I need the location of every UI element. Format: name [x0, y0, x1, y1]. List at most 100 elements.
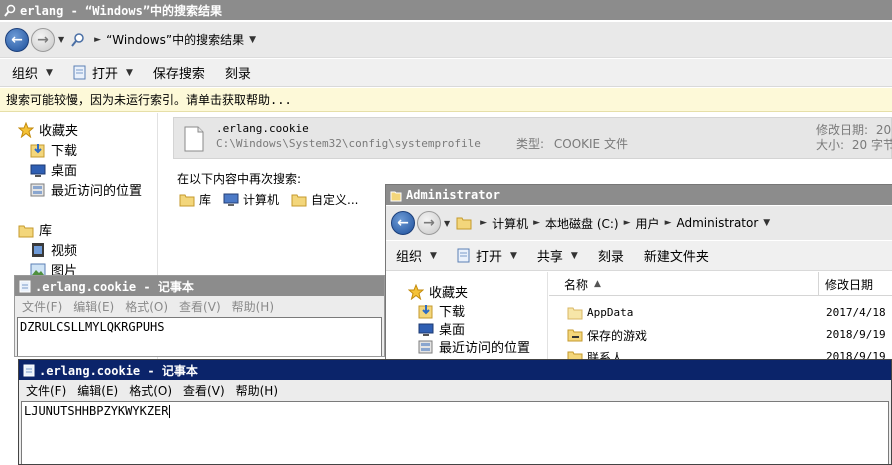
- forward-button[interactable]: →: [31, 27, 55, 52]
- recent-icon: [418, 340, 433, 353]
- sidebar-item-videos[interactable]: 视频: [30, 240, 77, 259]
- sidebar-item-desktop[interactable]: 桌面: [30, 160, 77, 179]
- notepad-icon: [457, 248, 470, 263]
- download-icon: [30, 143, 45, 157]
- notepad-icon: [19, 280, 31, 292]
- result-size: 大小: 20 字节: [816, 138, 892, 152]
- chevron-right-icon: ►: [94, 34, 102, 45]
- sidebar-item-favorites[interactable]: 收藏夹: [408, 282, 468, 301]
- sidebar-item-libraries[interactable]: 库: [18, 220, 52, 239]
- notepad-front-title: .erlang.cookie - 记事本: [39, 363, 198, 378]
- file-row[interactable]: 保存的游戏 2018/9/19 1: [549, 325, 892, 345]
- share-button[interactable]: 共享 ▼: [527, 241, 588, 270]
- sidebar-item-recent[interactable]: 最近访问的位置: [418, 337, 530, 356]
- admin-window-title: Administrator: [406, 188, 500, 202]
- menu-view[interactable]: 查看(V): [179, 298, 221, 315]
- save-search-button[interactable]: 保存搜索: [143, 59, 215, 86]
- menu-view[interactable]: 查看(V): [183, 382, 225, 399]
- breadcrumb-search-results[interactable]: “Windows”中的搜索结果: [106, 31, 244, 48]
- folder-icon: [567, 307, 583, 320]
- search-again-computer[interactable]: 计算机: [223, 191, 279, 208]
- sidebar-item-recent[interactable]: 最近访问的位置: [30, 180, 142, 199]
- sort-ascending-icon: ▲: [594, 279, 601, 289]
- sidebar-item-favorites[interactable]: 收藏夹: [18, 120, 78, 139]
- chevron-down-icon: ▼: [509, 250, 517, 261]
- star-icon: [18, 121, 34, 138]
- breadcrumb-administrator[interactable]: Administrator: [676, 216, 758, 230]
- search-again-libraries[interactable]: 库: [179, 191, 211, 208]
- notepad-back-window: .erlang.cookie - 记事本 文件(F) 编辑(E) 格式(O) 查…: [14, 275, 385, 357]
- chevron-down-icon: ▼: [46, 67, 53, 78]
- notepad-front-text-area[interactable]: LJUNUTSHHBPZYKWYKZER: [21, 401, 889, 464]
- notepad-back-titlebar[interactable]: .erlang.cookie - 记事本: [15, 276, 384, 296]
- chevron-down-icon[interactable]: ▼: [763, 218, 770, 228]
- library-icon: [18, 225, 34, 237]
- file-icon: [184, 126, 204, 152]
- open-button[interactable]: 打开 ▼: [63, 59, 143, 86]
- folder-icon: [390, 191, 402, 201]
- column-header-modified[interactable]: 修改日期: [825, 272, 873, 296]
- search-again-label: 在以下内容中再次搜索:: [177, 172, 302, 186]
- organize-button[interactable]: 组织 ▼: [2, 59, 63, 86]
- menu-format[interactable]: 格式(O): [125, 298, 168, 315]
- notepad-icon: [73, 65, 86, 80]
- admin-breadcrumb[interactable]: ► 计算机 ► 本地磁盘 (C:) ► 用户 ► Administrator ▼: [475, 215, 775, 232]
- sidebar-item-downloads[interactable]: 下载: [418, 301, 465, 320]
- notepad-icon: [23, 364, 35, 376]
- back-button[interactable]: ←: [391, 211, 415, 235]
- open-button[interactable]: 打开 ▼: [447, 241, 527, 270]
- new-folder-button[interactable]: 新建文件夹: [634, 241, 719, 270]
- info-bar-text: 搜索可能较慢，因为未运行索引。请单击获取帮助...: [6, 93, 292, 107]
- back-button[interactable]: ←: [5, 27, 29, 52]
- index-info-bar[interactable]: 搜索可能较慢，因为未运行索引。请单击获取帮助...: [0, 88, 892, 112]
- burn-button[interactable]: 刻录: [215, 59, 261, 86]
- menu-help[interactable]: 帮助(H): [232, 298, 274, 315]
- admin-window-titlebar[interactable]: Administrator: [386, 185, 892, 205]
- menu-format[interactable]: 格式(O): [129, 382, 172, 399]
- admin-window-toolbar: 组织 ▼ 打开 ▼ 共享 ▼ 刻录 新建文件夹: [386, 241, 892, 271]
- search-window-title: erlang - “Windows”中的搜索结果: [20, 3, 223, 18]
- column-header-name[interactable]: 名称 ▲: [549, 272, 819, 296]
- desktop-icon: [418, 323, 434, 336]
- library-icon: [179, 194, 195, 206]
- download-icon: [418, 304, 433, 318]
- search-again-custom[interactable]: 自定义...: [291, 191, 358, 208]
- search-window-navbar: ← → ▼ ► “Windows”中的搜索结果 ▼: [0, 22, 892, 58]
- result-file-type: 类型: COOKIE 文件: [516, 137, 628, 151]
- notepad-back-text-area[interactable]: DZRULCSLLMYLQKRGPUHS: [17, 317, 382, 356]
- desktop-icon: [30, 164, 46, 177]
- menu-edit[interactable]: 编辑(E): [73, 298, 114, 315]
- sidebar-item-desktop[interactable]: 桌面: [418, 319, 465, 338]
- menu-file[interactable]: 文件(F): [22, 298, 62, 315]
- organize-button[interactable]: 组织 ▼: [386, 241, 447, 270]
- forward-button[interactable]: →: [417, 211, 441, 235]
- chevron-down-icon[interactable]: ▼: [249, 35, 256, 45]
- menu-file[interactable]: 文件(F): [26, 382, 66, 399]
- result-file-path: C:\Windows\System32\config\systemprofile: [216, 137, 481, 150]
- notepad-front-content: LJUNUTSHHBPZYKWYKZER: [24, 404, 169, 418]
- notepad-front-titlebar[interactable]: .erlang.cookie - 记事本: [19, 360, 891, 380]
- history-dropdown-icon[interactable]: ▼: [58, 35, 64, 44]
- file-row[interactable]: AppData 2017/4/18 1: [549, 303, 892, 323]
- menu-edit[interactable]: 编辑(E): [77, 382, 118, 399]
- file-list-header: 名称 ▲ 修改日期: [549, 272, 892, 296]
- notepad-front-menubar: 文件(F) 编辑(E) 格式(O) 查看(V) 帮助(H): [19, 380, 891, 400]
- notepad-front-window: .erlang.cookie - 记事本 文件(F) 编辑(E) 格式(O) 查…: [18, 359, 892, 465]
- result-file-name: .erlang.cookie: [216, 122, 309, 135]
- search-icon: [71, 32, 84, 47]
- menu-help[interactable]: 帮助(H): [236, 382, 278, 399]
- breadcrumb[interactable]: ► “Windows”中的搜索结果 ▼: [89, 31, 261, 48]
- search-window-titlebar[interactable]: erlang - “Windows”中的搜索结果: [0, 0, 892, 20]
- chevron-down-icon: ▼: [570, 250, 578, 261]
- search-result-item[interactable]: .erlang.cookie C:\Windows\System32\confi…: [173, 117, 892, 159]
- sidebar-item-downloads[interactable]: 下载: [30, 140, 77, 159]
- breadcrumb-local-disk[interactable]: 本地磁盘 (C:): [545, 215, 619, 232]
- notepad-back-title: .erlang.cookie - 记事本: [35, 279, 194, 294]
- breadcrumb-users[interactable]: 用户: [636, 215, 660, 232]
- breadcrumb-computer[interactable]: 计算机: [492, 215, 528, 232]
- history-dropdown-icon[interactable]: ▼: [444, 219, 450, 228]
- burn-button[interactable]: 刻录: [588, 241, 634, 270]
- notepad-back-menubar: 文件(F) 编辑(E) 格式(O) 查看(V) 帮助(H): [15, 297, 384, 316]
- file-date: 2018/9/19 1: [826, 328, 892, 341]
- file-name: AppData: [587, 306, 634, 319]
